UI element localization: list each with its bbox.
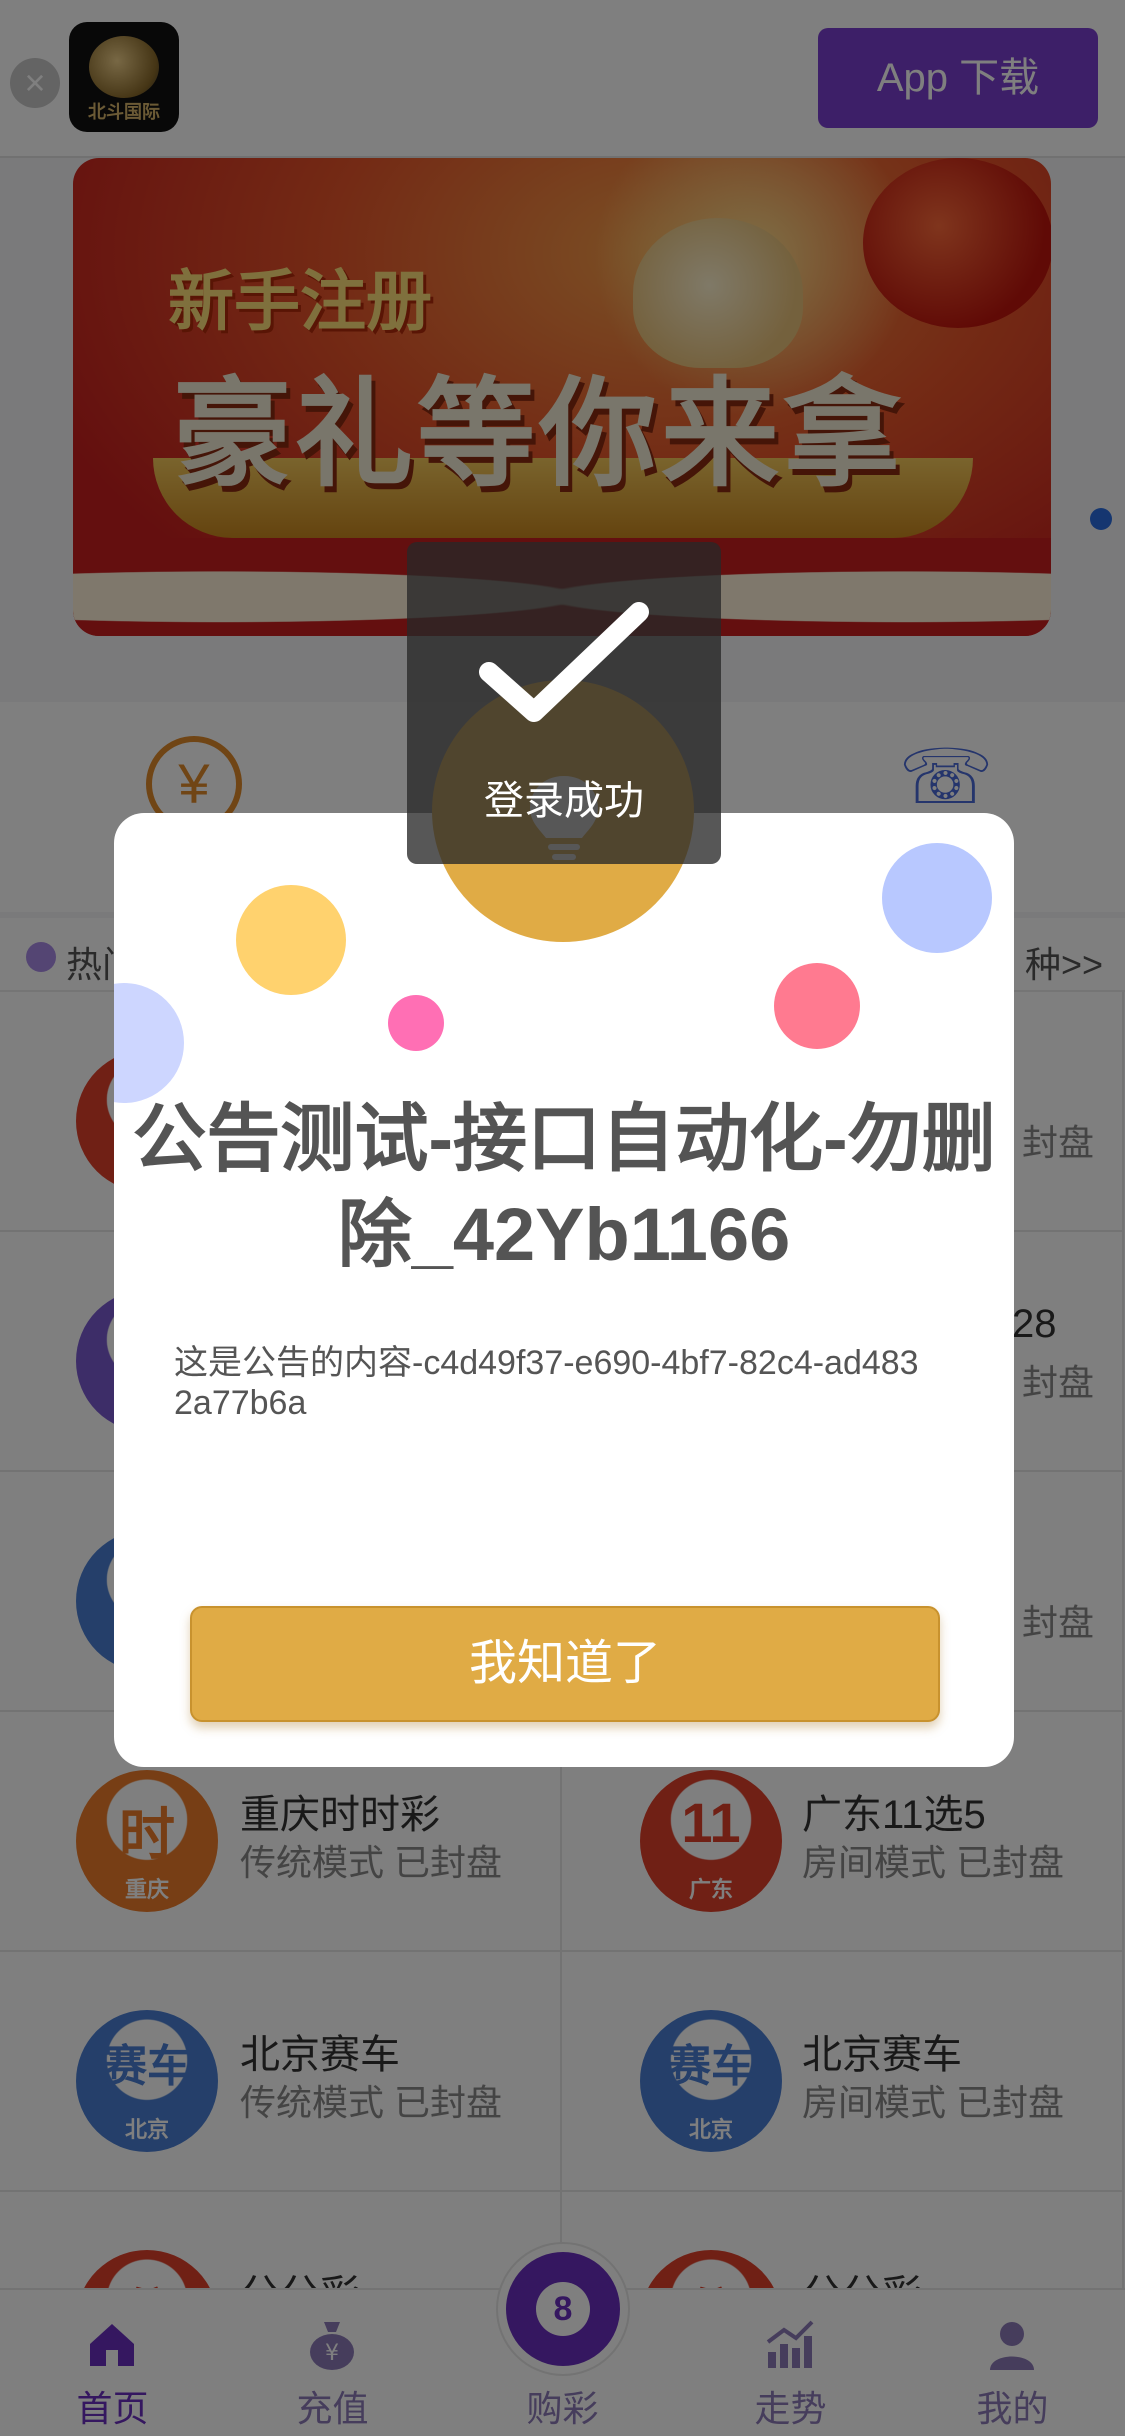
decor-bubble [114, 983, 184, 1103]
decor-bubble [774, 963, 860, 1049]
modal-title: 公告测试-接口自动化-勿删除_42Yb1166 [132, 1097, 996, 1276]
login-success-toast: 登录成功 [407, 542, 721, 864]
modal-content: 这是公告的内容-c4d49f37-e690-4bf7-82c4-ad4832a7… [174, 1344, 919, 1422]
acknowledge-button[interactable]: 我知道了 [190, 1606, 940, 1722]
decor-bubble [236, 885, 346, 995]
toast-text: 登录成功 [484, 779, 644, 823]
decor-bubble [388, 995, 444, 1051]
announcement-modal: 公告测试-接口自动化-勿删除_42Yb1166 这是公告的内容-c4d49f37… [114, 813, 1014, 1767]
check-icon [479, 602, 649, 722]
decor-bubble [882, 843, 992, 953]
